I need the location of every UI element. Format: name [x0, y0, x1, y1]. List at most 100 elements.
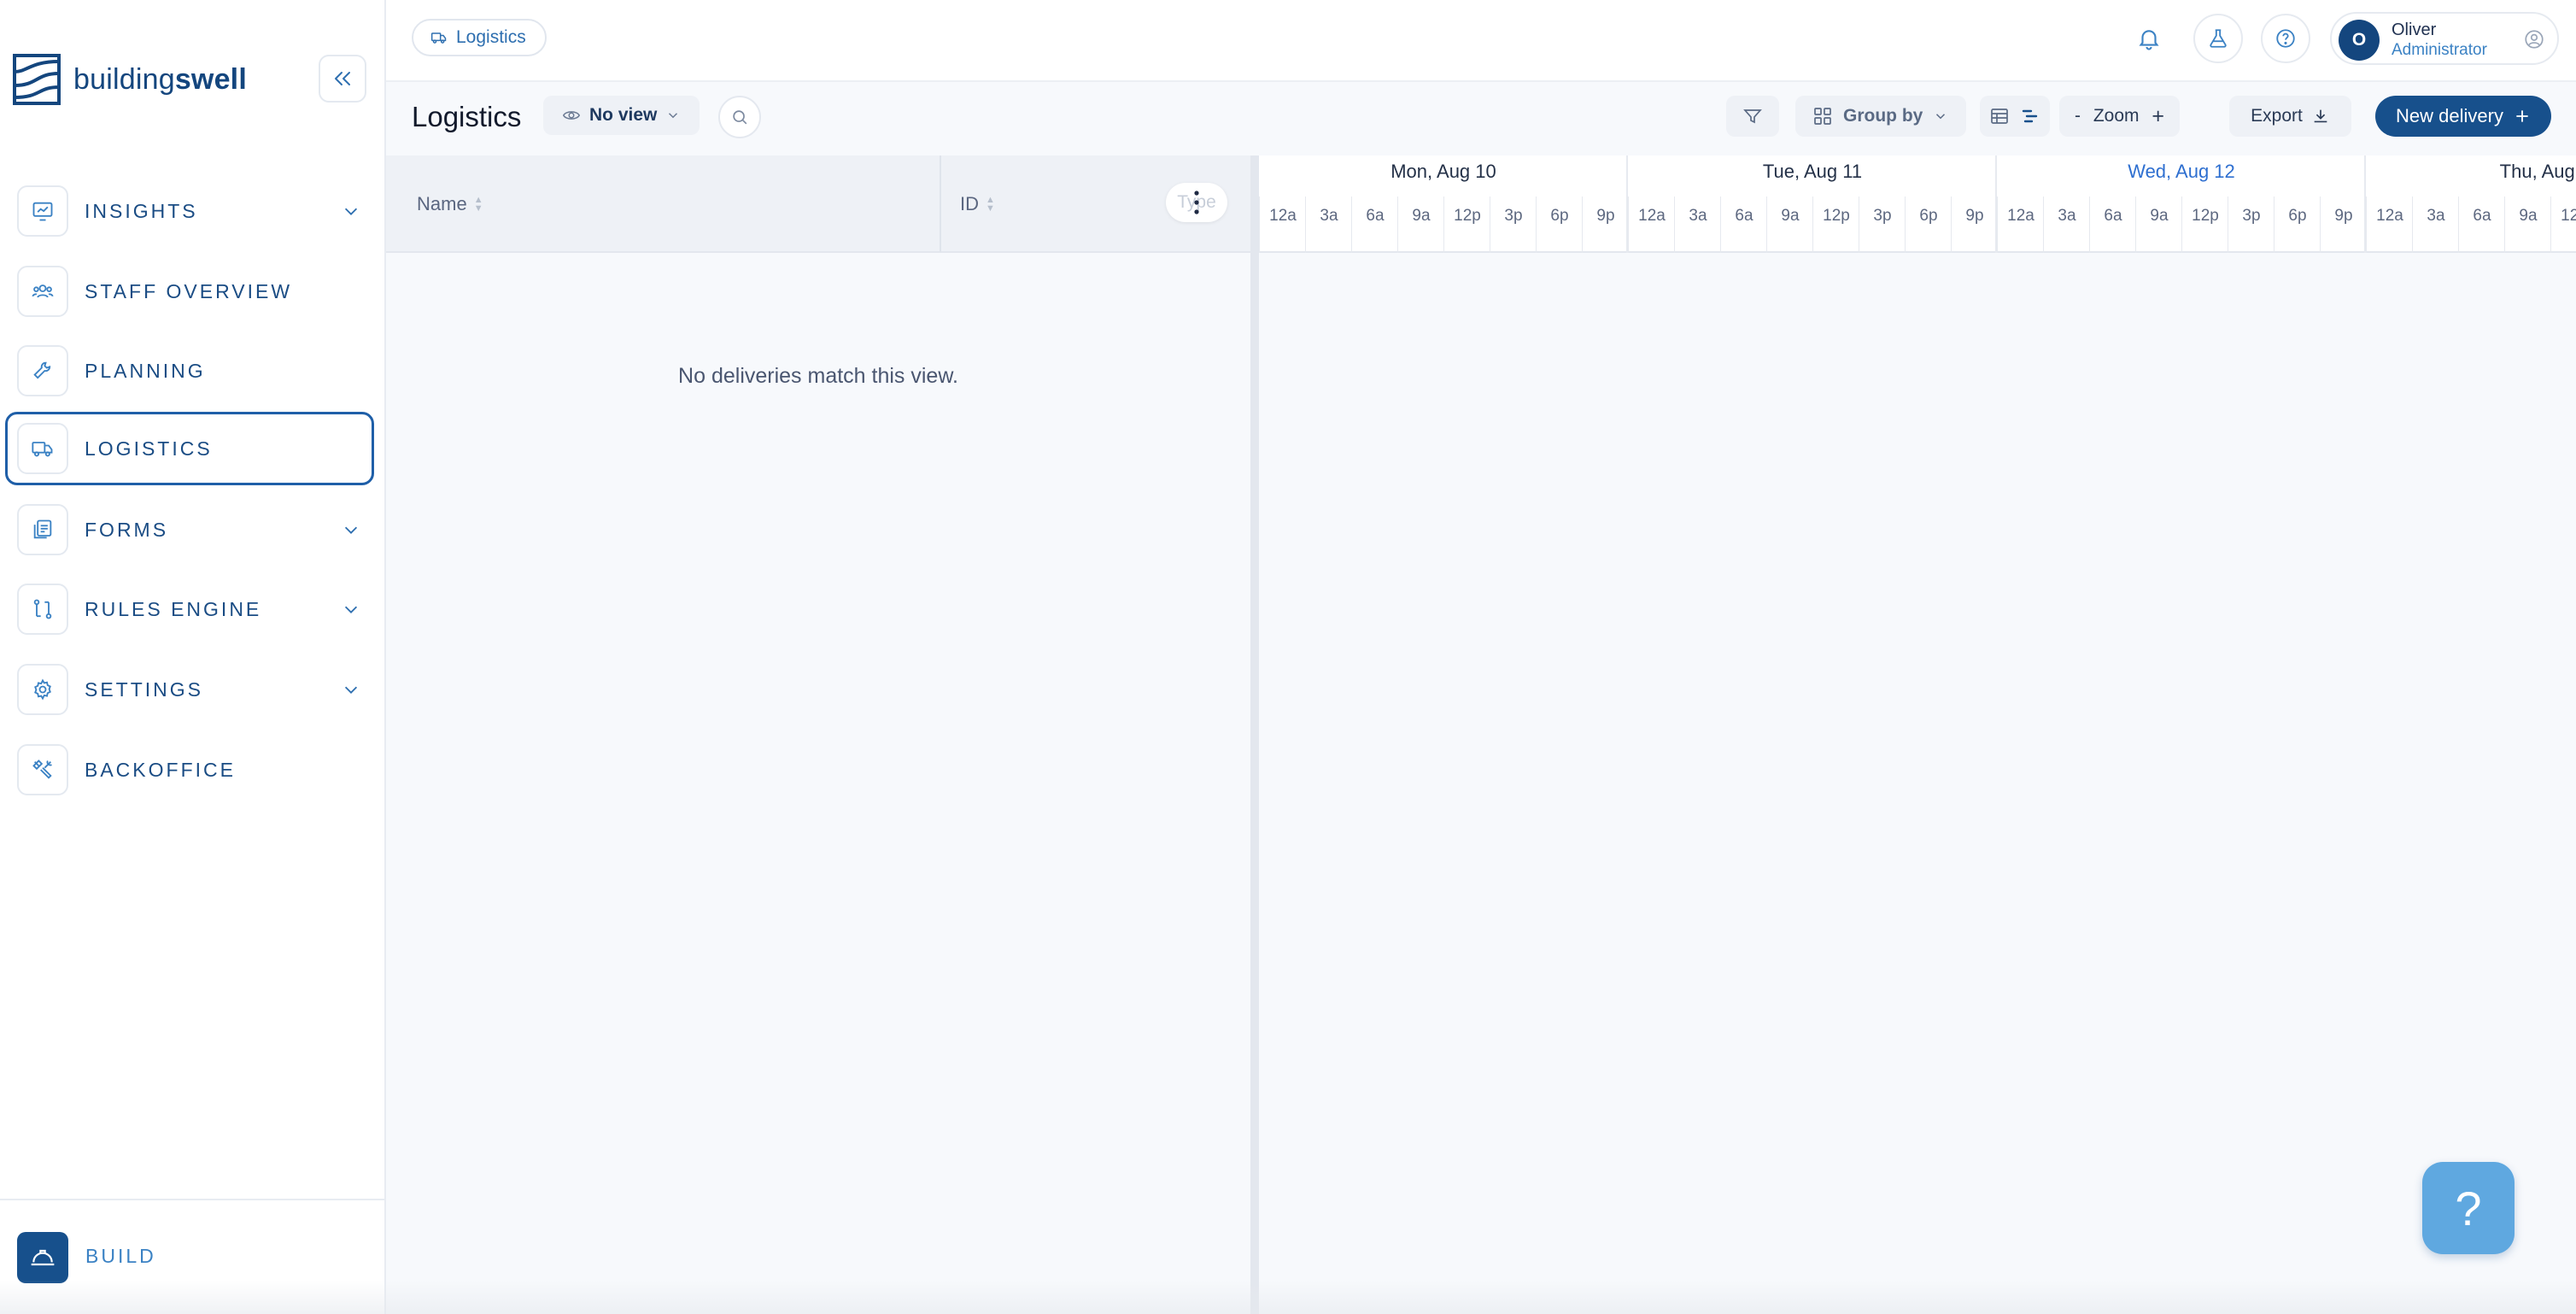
buildingswell-logo-icon [13, 54, 61, 105]
question-circle-icon [2276, 29, 2295, 48]
brand-logo[interactable]: buildingswell [12, 53, 247, 106]
sidebar-item-backoffice[interactable]: BACKOFFICE [5, 733, 374, 807]
sidebar-item-label: INSIGHTS [85, 199, 198, 222]
hour-label: 9a [2519, 207, 2538, 225]
filter-button[interactable] [1726, 96, 1779, 137]
collapse-sidebar-button[interactable] [319, 55, 366, 103]
hour-label: 9a [1412, 207, 1431, 225]
wrench-icon [17, 345, 68, 396]
people-icon [17, 266, 68, 317]
breadcrumb-label: Logistics [456, 27, 526, 47]
chevron-down-icon[interactable] [340, 200, 362, 222]
truck-icon [17, 423, 68, 474]
pane-resize-handle[interactable] [1250, 155, 1259, 1314]
chevron-down-icon[interactable] [340, 519, 362, 541]
hour-label: 3a [1689, 207, 1707, 225]
export-button[interactable]: Export [2229, 96, 2351, 137]
user-circle-icon [2525, 30, 2544, 49]
view-selector[interactable]: No view [543, 96, 700, 135]
group-by-button[interactable]: Group by [1795, 96, 1966, 137]
hour-label: 12p [1454, 207, 1481, 225]
hour-label: 12a [1269, 207, 1297, 225]
download-icon [2314, 109, 2327, 123]
truck-icon [430, 32, 447, 44]
drag-handle-icon[interactable] [1193, 190, 1200, 215]
hour-label: 12a [1638, 207, 1666, 225]
hour-label: 12p [1823, 207, 1850, 225]
sidebar-item-label: LOGISTICS [85, 437, 213, 460]
hour-label: 6a [2104, 207, 2122, 225]
build-label[interactable]: BUILD [85, 1245, 156, 1268]
hour-label: 3a [2058, 207, 2076, 225]
sidebar-item-rules-engine[interactable]: RULES ENGINE [5, 572, 374, 646]
help-chat-button[interactable]: ? [2422, 1162, 2515, 1254]
hour-label: 12p [2561, 207, 2576, 225]
chart-icon [17, 185, 68, 237]
hour-label: 9p [2334, 207, 2353, 225]
timeline-header: Mon, Aug 10 12a 3a 6a 9a 12p 3p 6p 9p Tu… [1259, 155, 2576, 253]
avatar: O [2339, 20, 2380, 61]
day-label: Mon, Aug 10 [1390, 161, 1496, 182]
table-view-icon[interactable] [1989, 106, 2010, 126]
page-header: Logistics No view Group by - Zoom + Expo… [386, 82, 2576, 155]
double-chevron-left-icon [335, 72, 350, 85]
user-menu[interactable]: O Oliver Administrator [2330, 12, 2559, 65]
zoom-control: - Zoom + [2059, 96, 2180, 137]
timeline-day: Mon, Aug 10 12a 3a 6a 9a 12p 3p 6p 9p [1259, 155, 1628, 253]
user-name: Oliver [2392, 21, 2437, 39]
timeline-day: Tue, Aug 11 12a 3a 6a 9a 12p 3p 6p 9p [1628, 155, 1997, 253]
new-delivery-button[interactable]: New delivery [2375, 96, 2551, 137]
chevron-down-icon[interactable] [340, 598, 362, 620]
export-label: Export [2251, 106, 2303, 126]
hour-label: 9p [1596, 207, 1615, 225]
hardhat-icon[interactable] [17, 1232, 68, 1283]
zoom-label: Zoom [2093, 106, 2140, 126]
user-role: Administrator [2392, 41, 2487, 59]
hour-label: 6p [2288, 207, 2307, 225]
sidebar-item-planning[interactable]: PLANNING [5, 334, 374, 408]
column-header-name[interactable]: Name ▲ ▼ [386, 155, 941, 253]
sort-icon[interactable]: ▲ ▼ [986, 196, 995, 214]
hour-label: 9a [1781, 207, 1800, 225]
zoom-out-button[interactable]: - [2075, 106, 2081, 126]
timeline: Mon, Aug 10 12a 3a 6a 9a 12p 3p 6p 9p Tu… [1259, 155, 2576, 1314]
search-button[interactable] [718, 96, 761, 138]
group-by-label: Group by [1843, 106, 1923, 126]
day-label: Tue, Aug 11 [1762, 161, 1863, 182]
hour-label: 3p [1504, 207, 1523, 225]
plus-icon [2516, 110, 2528, 122]
sidebar-item-label: FORMS [85, 518, 169, 541]
sidebar-item-staff-overview[interactable]: STAFF OVERVIEW [5, 255, 374, 328]
flow-icon [17, 584, 68, 635]
hour-label: 3p [2242, 207, 2261, 225]
hour-label: 9a [2150, 207, 2169, 225]
hour-label: 6p [1550, 207, 1569, 225]
gantt-view-icon[interactable] [2020, 106, 2040, 126]
help-button[interactable] [2261, 14, 2310, 63]
notifications-button[interactable] [2131, 21, 2167, 56]
timeline-day: Thu, Aug 13 12a 3a 6a 9a 12p [2366, 155, 2576, 253]
hour-label: 6a [1735, 207, 1753, 225]
flask-button[interactable] [2193, 14, 2243, 63]
sidebar-item-logistics[interactable]: LOGISTICS [5, 412, 374, 485]
bell-icon [2139, 30, 2159, 50]
zoom-in-button[interactable]: + [2152, 104, 2164, 129]
search-icon [733, 110, 747, 125]
breadcrumb[interactable]: Logistics [412, 19, 547, 56]
chevron-down-icon [669, 113, 678, 119]
filter-icon [1743, 109, 1762, 124]
column-label: Name [417, 193, 467, 214]
sidebar-item-forms[interactable]: FORMS [5, 493, 374, 566]
sidebar-item-settings[interactable]: SETTINGS [5, 653, 374, 726]
hour-label: 9p [1965, 207, 1984, 225]
sort-icon[interactable]: ▲ ▼ [474, 196, 483, 214]
sidebar-item-label: RULES ENGINE [85, 597, 262, 620]
sidebar-item-label: BACKOFFICE [85, 758, 236, 781]
chevron-down-icon[interactable] [340, 678, 362, 701]
sidebar-item-insights[interactable]: INSIGHTS [5, 174, 374, 248]
flask-icon [2210, 29, 2227, 48]
hour-label: 12p [2192, 207, 2219, 225]
hour-label: 3a [2427, 207, 2445, 225]
hour-label: 12a [2376, 207, 2403, 225]
gear-icon [17, 664, 68, 715]
